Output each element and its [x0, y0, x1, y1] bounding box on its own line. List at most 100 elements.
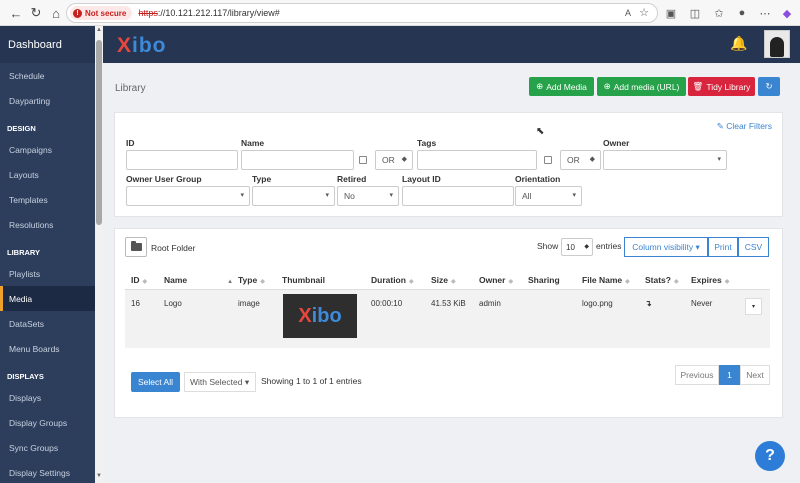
owner-user-group-select[interactable]: ▾: [126, 186, 250, 206]
orientation-select[interactable]: All ▾: [515, 186, 582, 206]
sidebar-item-templates[interactable]: Templates: [0, 187, 95, 212]
extension-icon[interactable]: ▣: [662, 4, 680, 22]
cell-size: 41.53 KiB: [431, 299, 466, 308]
refresh-icon: ↻: [765, 81, 773, 91]
scrollbar-thumb[interactable]: [96, 40, 102, 225]
select-all-button[interactable]: Select All: [131, 372, 180, 392]
plus-circle-icon: ⊕: [536, 81, 544, 91]
name-label: Name: [241, 138, 265, 148]
favorite-star-icon[interactable]: ☆: [639, 6, 649, 19]
more-options-icon[interactable]: ⋯: [756, 4, 774, 22]
showing-entries-text: Showing 1 to 1 of 1 entries: [261, 376, 362, 386]
id-label: ID: [126, 138, 135, 148]
refresh-button[interactable]: ↻: [758, 77, 780, 96]
tidy-library-button[interactable]: 🗑 Tidy Library: [688, 77, 755, 96]
sidebar-item-media[interactable]: Media: [0, 286, 95, 311]
column-header-expires[interactable]: Expires ◆: [691, 275, 729, 285]
home-icon[interactable]: ⌂: [46, 3, 66, 23]
csv-button[interactable]: CSV: [738, 237, 769, 257]
sidebar-item-campaigns[interactable]: Campaigns: [0, 137, 95, 162]
copilot-icon[interactable]: ◆: [778, 4, 796, 22]
xibo-logo[interactable]: Xibo: [117, 34, 167, 58]
entries-label: entries: [596, 241, 622, 251]
profile-icon[interactable]: ●: [733, 4, 751, 22]
tags-label: Tags: [417, 138, 437, 148]
address-bar[interactable]: ! Not secure https://10.121.212.117/libr…: [66, 3, 658, 23]
sidebar-item-displays[interactable]: Displays: [0, 385, 95, 410]
add-media-button[interactable]: ⊕ Add Media: [529, 77, 594, 96]
sidebar-section-library: LIBRARY: [7, 248, 41, 257]
top-navbar: Xibo 🔔: [103, 26, 800, 63]
filter-panel: ✎ Clear Filters ID Name OR ◆ Tags OR ◆ Own…: [114, 112, 783, 217]
column-header-type[interactable]: Type ◆: [238, 275, 265, 285]
favorites-icon[interactable]: ✩: [710, 4, 728, 22]
add-media-url-button[interactable]: ⊕ Add media (URL): [597, 77, 686, 96]
name-input[interactable]: [241, 150, 354, 170]
layout-id-input[interactable]: [402, 186, 514, 206]
stats-icon: ↴: [645, 299, 652, 308]
column-header-name[interactable]: Name ▲: [164, 275, 233, 285]
main-content: Library ⊕ Add Media ⊕ Add media (URL) 🗑 Tid…: [103, 63, 800, 483]
mouse-cursor-icon: ⬉: [536, 126, 545, 137]
sidebar-item-layouts[interactable]: Layouts: [0, 162, 95, 187]
scroll-up-icon[interactable]: ▲: [96, 27, 102, 33]
sidebar-item-datasets[interactable]: DataSets: [0, 311, 95, 336]
scroll-down-icon[interactable]: ▼: [96, 473, 102, 479]
sidebar-item-display-groups[interactable]: Display Groups: [0, 410, 95, 435]
name-logical-operator-select[interactable]: OR ◆: [375, 150, 413, 170]
clear-filters-link[interactable]: ✎ Clear Filters: [717, 121, 772, 132]
column-header-stats[interactable]: Stats? ◆: [645, 275, 679, 285]
column-header-duration[interactable]: Duration ◆: [371, 275, 414, 285]
column-header-file-name[interactable]: File Name ◆: [582, 275, 630, 285]
page-title: Library: [115, 83, 146, 94]
plus-circle-icon: ⊕: [603, 81, 611, 91]
sidebar-item-menu-boards[interactable]: Menu Boards: [0, 336, 95, 361]
notifications-bell-icon[interactable]: 🔔: [730, 35, 747, 52]
sidebar-item-schedule[interactable]: Schedule: [0, 63, 95, 88]
cell-expires: Never: [691, 299, 713, 308]
column-header-id[interactable]: ID ◆: [131, 275, 147, 285]
pagination-previous[interactable]: Previous: [675, 365, 719, 385]
back-icon[interactable]: ←: [6, 3, 26, 23]
column-visibility-button[interactable]: Column visibility ▾: [624, 237, 708, 257]
row-actions-dropdown[interactable]: ▾: [745, 298, 762, 315]
pagination-page[interactable]: 1: [719, 365, 740, 385]
sidebar-brand[interactable]: Dashboard: [0, 26, 95, 63]
user-avatar[interactable]: [764, 30, 790, 58]
media-thumbnail[interactable]: Xibo: [283, 294, 357, 338]
id-input[interactable]: [126, 150, 238, 170]
name-exact-checkbox[interactable]: [359, 156, 367, 164]
cell-file-name: logo.png: [582, 299, 613, 308]
tags-exact-checkbox[interactable]: [544, 156, 552, 164]
folder-tree-toggle-button[interactable]: [125, 237, 147, 257]
print-button[interactable]: Print: [708, 237, 738, 257]
column-header-size[interactable]: Size ◆: [431, 275, 456, 285]
split-screen-icon[interactable]: ◫: [686, 4, 704, 22]
with-selected-dropdown[interactable]: With Selected ▾: [184, 372, 256, 392]
layout-id-label: Layout ID: [402, 174, 441, 184]
reload-icon[interactable]: ↻: [26, 3, 46, 23]
sidebar-item-display-settings[interactable]: Display Settings: [0, 460, 95, 483]
retired-select[interactable]: No ▾: [337, 186, 399, 206]
sidebar-item-playlists[interactable]: Playlists: [0, 261, 95, 286]
sidebar-item-resolutions[interactable]: Resolutions: [0, 212, 95, 237]
eraser-icon: ✎: [716, 121, 724, 131]
help-button[interactable]: ?: [755, 441, 785, 471]
pagination-next[interactable]: Next: [740, 365, 770, 385]
trash-icon: 🗑: [692, 81, 704, 91]
not-secure-badge[interactable]: ! Not secure: [70, 6, 133, 20]
sidebar-item-sync-groups[interactable]: Sync Groups: [0, 435, 95, 460]
owner-select[interactable]: ▾: [603, 150, 727, 170]
tags-input[interactable]: [417, 150, 537, 170]
orientation-label: Orientation: [515, 174, 561, 184]
sidebar-item-dayparting[interactable]: Dayparting: [0, 88, 95, 113]
owner-user-group-label: Owner User Group: [126, 174, 202, 184]
sidebar-scrollbar[interactable]: ▲ ▼: [95, 26, 103, 483]
type-select[interactable]: ▾: [252, 186, 335, 206]
table-row[interactable]: 16 Logo image Xibo 00:00:10 41.53 KiB ad…: [125, 290, 770, 348]
column-header-owner[interactable]: Owner ◆: [479, 275, 513, 285]
type-label: Type: [252, 174, 272, 184]
tags-logical-operator-select[interactable]: OR ◆: [560, 150, 601, 170]
page-size-select[interactable]: 10 ◆: [561, 238, 593, 256]
read-aloud-icon[interactable]: A: [625, 8, 631, 18]
